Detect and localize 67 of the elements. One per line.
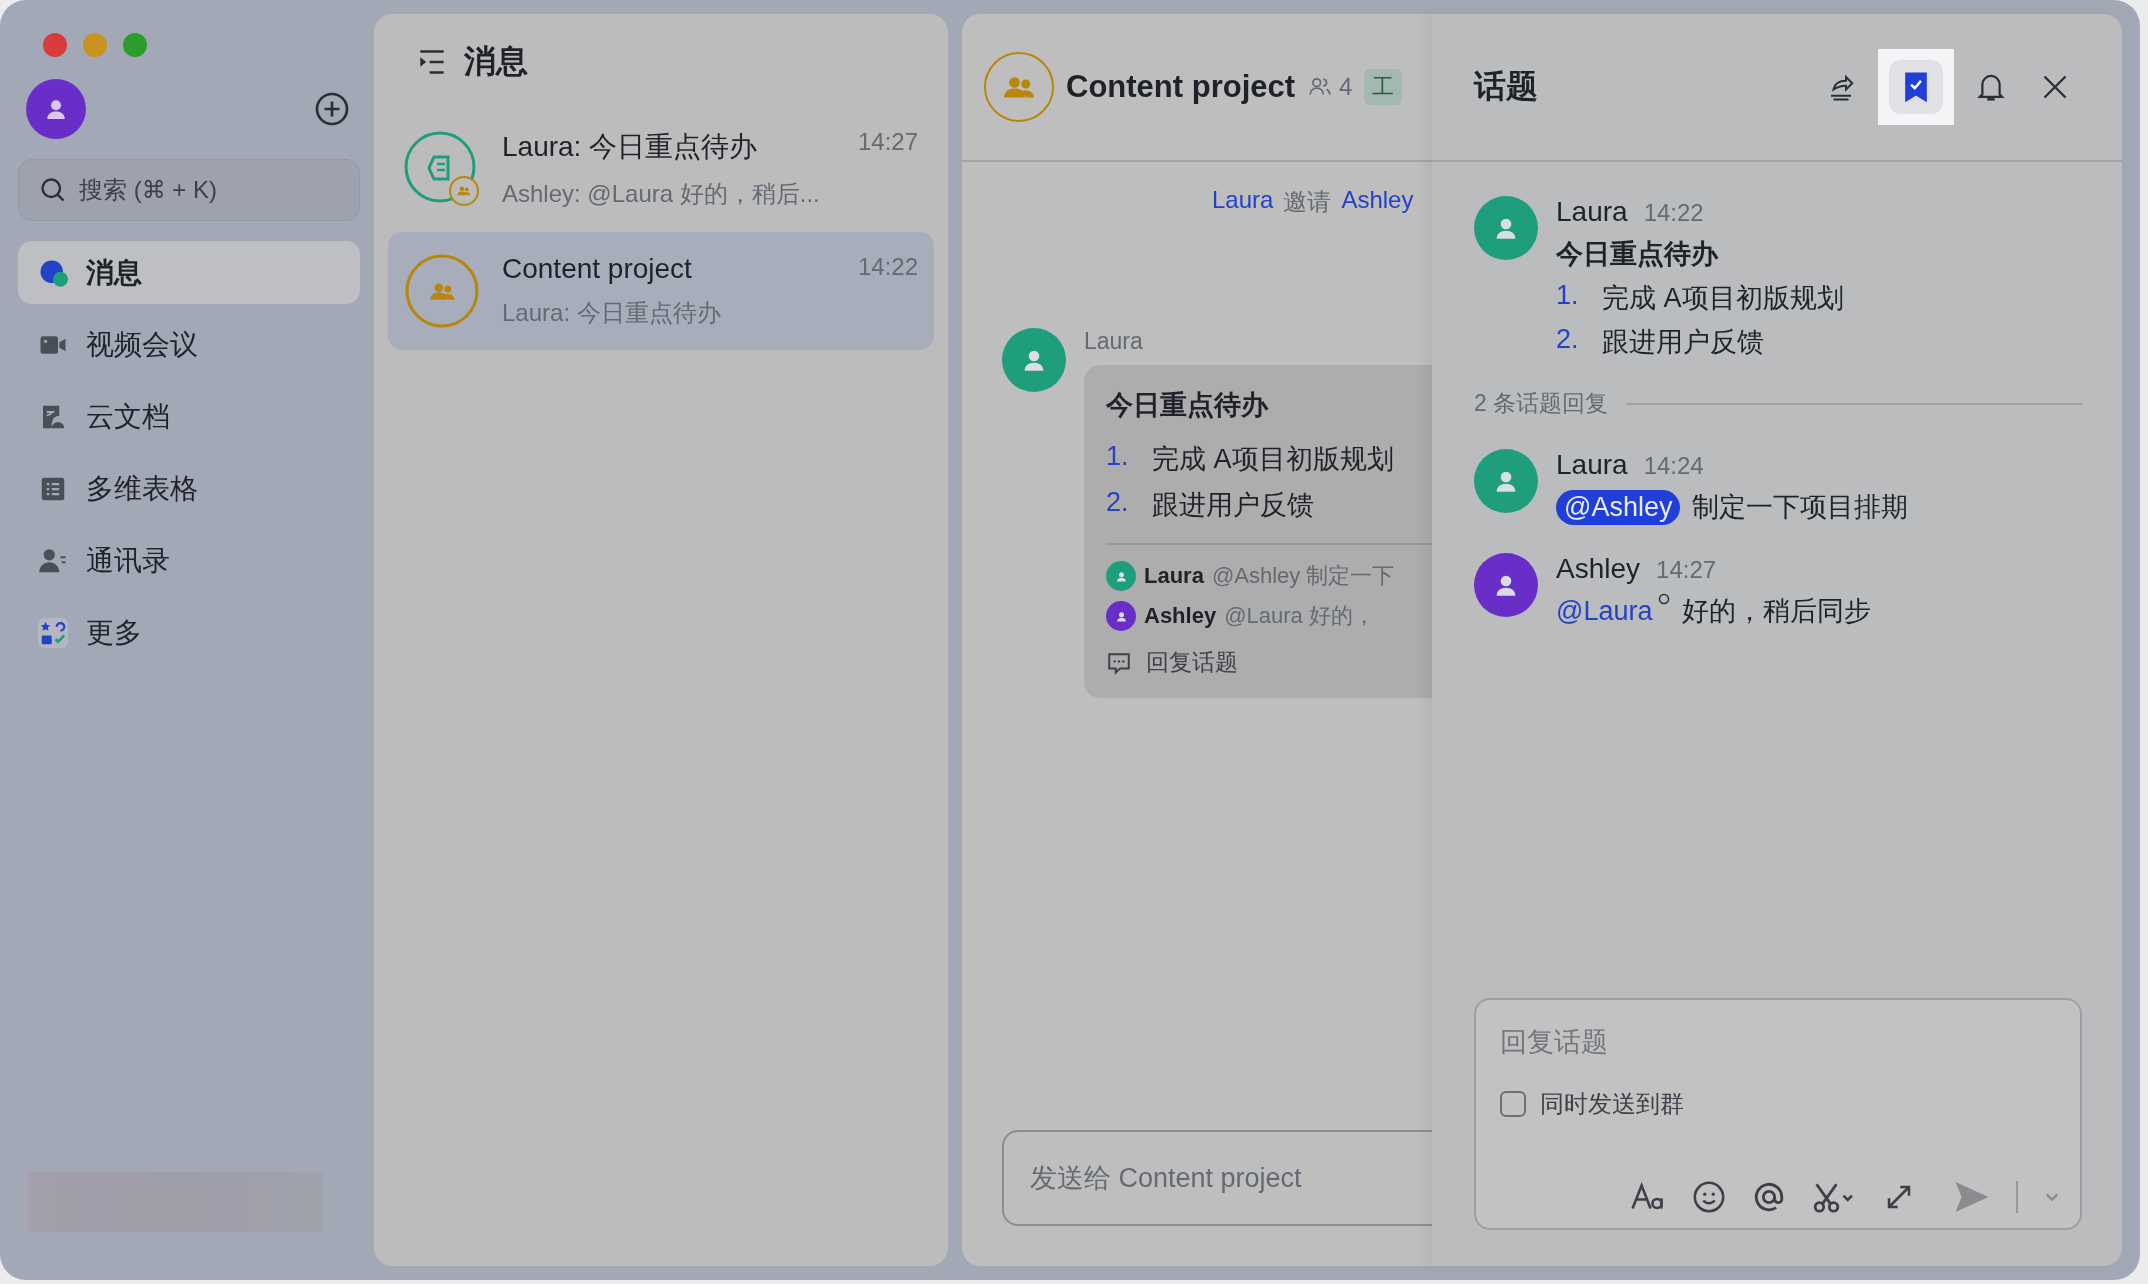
message-title: 今日重点待办 — [1556, 238, 1720, 271]
reply-count: 2 条话题回复 — [1474, 389, 1609, 418]
chat-title: Content project — [502, 253, 692, 285]
list-text: 完成 A项目初版规划 — [1602, 282, 1844, 315]
reply-text: 好的，稍后同步 — [1682, 595, 1872, 628]
chat-tag: 工 — [1364, 69, 1403, 105]
close-icon — [2041, 73, 2069, 101]
list-number: 2. — [1556, 324, 1580, 356]
more-icon — [38, 617, 68, 648]
nav-item[interactable]: 视频会议 — [18, 313, 360, 376]
reply-composer[interactable]: 回复话题 同时发送到群 — [1474, 998, 2082, 1230]
list-number: 1. — [1556, 280, 1580, 312]
message-time: 14:22 — [1643, 199, 1704, 227]
collapse-list-icon[interactable] — [418, 48, 446, 76]
sender-name: Laura — [1556, 449, 1628, 481]
thread-title: 话题 — [1474, 67, 1539, 106]
nav-item[interactable]: 多维表格 — [18, 457, 360, 520]
chat-item[interactable]: Content project 14:22 Laura: 今日重点待办 — [388, 232, 934, 350]
message-time: 14:27 — [1656, 556, 1717, 584]
chat-preview: Laura: 今日重点待办 — [502, 298, 722, 328]
nav-item[interactable]: 消息 — [18, 241, 360, 304]
reply-sender: Ashley — [1144, 603, 1217, 629]
bookmark-button[interactable] — [1878, 49, 1954, 125]
list-number: 2. — [1106, 487, 1130, 519]
checkbox[interactable] — [1500, 1091, 1526, 1117]
chat-title: Content project — [1066, 69, 1296, 105]
add-icon[interactable] — [314, 91, 350, 127]
list-text: 跟进用户反馈 — [1602, 326, 1764, 359]
sender-name: Ashley — [1556, 553, 1641, 585]
reply-text: 制定一下项目排期 — [1692, 491, 1909, 524]
emoji-icon[interactable] — [1692, 1180, 1726, 1214]
reply-text: @Ashley 制定一下 — [1211, 562, 1395, 590]
user-link[interactable]: Ashley — [1341, 186, 1414, 218]
mention-link[interactable]: @Laura — [1556, 595, 1653, 627]
sender-name: Laura — [1556, 196, 1628, 228]
system-text: 邀请 — [1283, 187, 1332, 217]
list-text: 完成 A项目初版规划 — [1152, 443, 1394, 476]
mention-icon[interactable] — [1752, 1180, 1786, 1214]
list-text: 跟进用户反馈 — [1152, 489, 1314, 522]
search-field[interactable]: 搜索 (⌘ + K) — [18, 159, 360, 221]
nav-item[interactable]: 更多 — [18, 601, 360, 664]
checkbox-label: 同时发送到群 — [1540, 1089, 1684, 1119]
list-title: 消息 — [464, 42, 528, 81]
reply-sender: Laura — [1144, 563, 1204, 589]
sender-name: Laura — [1084, 328, 1143, 355]
group-avatar-icon — [984, 52, 1054, 122]
message-time: 14:24 — [1643, 452, 1704, 480]
topic-avatar-icon — [404, 131, 480, 207]
group-avatar-icon — [404, 253, 480, 329]
reply-placeholder: 回复话题 — [1500, 1026, 1609, 1059]
member-count: 4 — [1339, 73, 1353, 101]
user-link[interactable]: Laura — [1212, 186, 1274, 218]
search-icon — [39, 176, 67, 204]
chat-preview: Ashley: @Laura 好的，稍后... — [502, 179, 821, 209]
read-status-icon — [1658, 593, 1671, 605]
chat-title: Laura: 今日重点待办 — [502, 130, 758, 164]
message-title: 今日重点待办 — [1106, 389, 1268, 422]
chat-time: 14:22 — [857, 253, 918, 282]
reply-text: @Laura 好的， — [1224, 602, 1375, 630]
nav-item[interactable]: 云文档 — [18, 385, 360, 448]
mention-tag[interactable]: @Ashley — [1556, 489, 1681, 525]
chat-time: 14:27 — [857, 128, 918, 157]
user-avatar[interactable] — [26, 79, 86, 139]
reply-topic-link[interactable]: 回复话题 — [1106, 641, 1238, 678]
list-number: 1. — [1106, 441, 1130, 473]
chat-item[interactable]: Laura: 今日重点待办 14:27 Ashley: @Laura 好的，稍后... — [388, 110, 934, 228]
nav-item[interactable]: 通讯录 — [18, 529, 360, 592]
